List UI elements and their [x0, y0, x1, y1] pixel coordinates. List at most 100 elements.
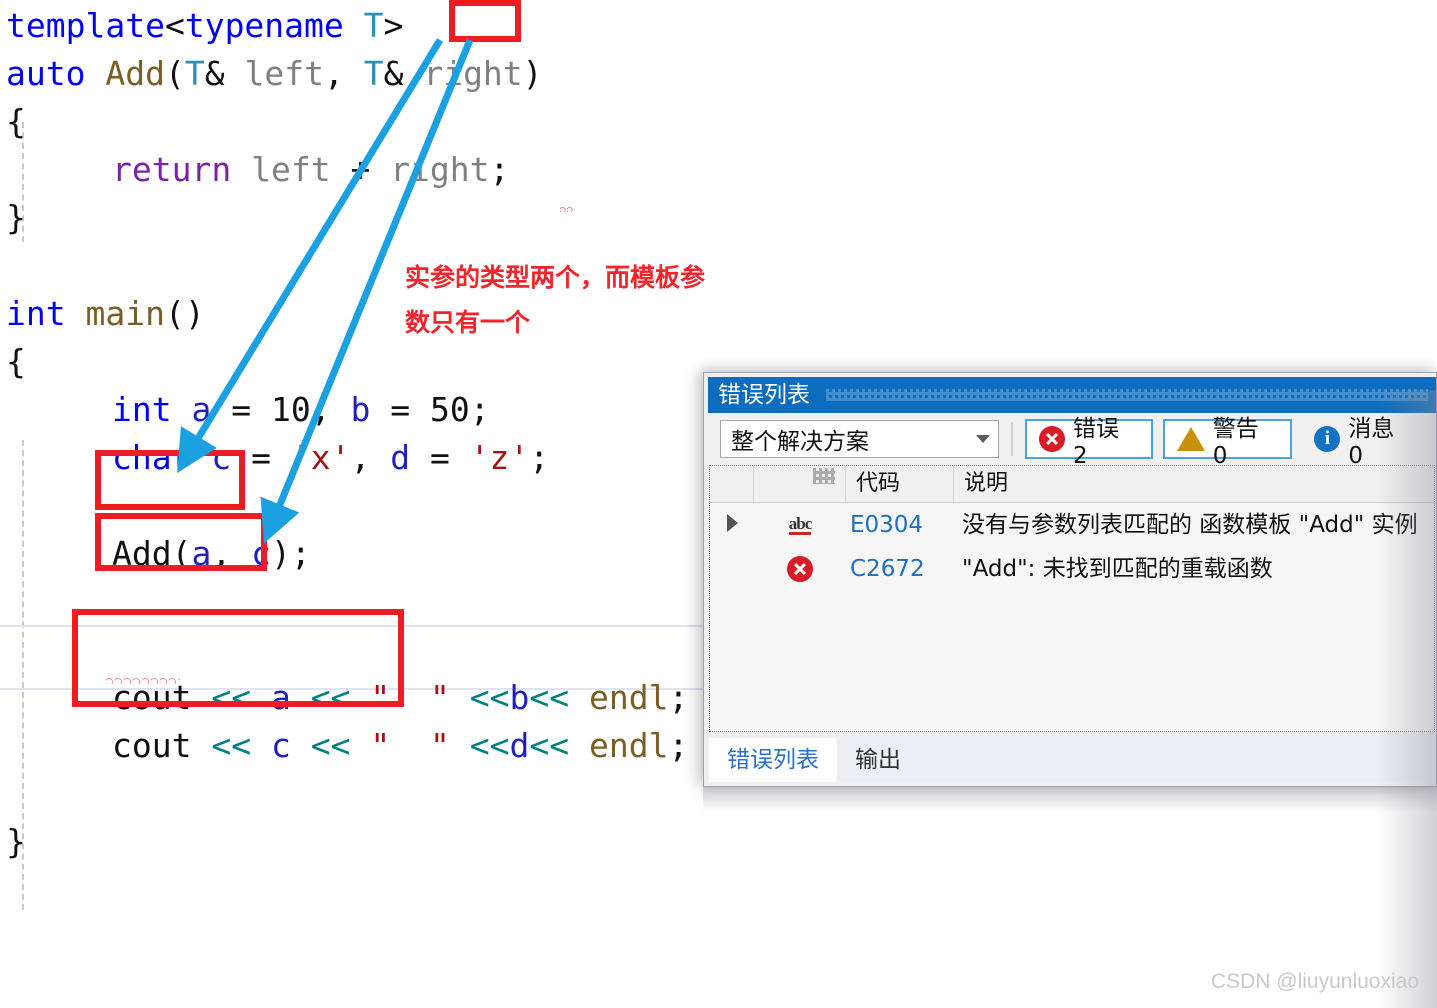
error-list-panel[interactable]: 错误列表 整个解决方案 错误 2 警告 0 i 消息 0 代码 说明 abc E… [703, 372, 1437, 787]
code-token: ; [668, 726, 689, 765]
annotation-note: 实参的类型两个，而模板参 数只有一个 [405, 255, 765, 345]
row-expander-cell[interactable] [710, 503, 754, 547]
code-token: , [350, 438, 391, 477]
code-line: { [6, 98, 26, 146]
code-token: cout [112, 726, 192, 765]
code-line: return left + right; [112, 146, 509, 194]
code-token: ; [668, 678, 689, 717]
code-line: } [6, 194, 26, 242]
code-token: main [85, 294, 165, 333]
code-line: auto Add(T& left, T& right) [6, 50, 543, 98]
code-token: d [390, 438, 411, 477]
error-icon [1039, 426, 1066, 452]
code-line: int main() [6, 290, 205, 338]
code-token: ; [469, 390, 490, 429]
filter-warnings-button[interactable]: 警告 0 [1162, 416, 1293, 469]
code-token: = [370, 390, 430, 429]
code-token: << [310, 726, 351, 765]
code-token: << [529, 678, 570, 717]
code-token: & [204, 54, 225, 93]
scope-select[interactable]: 整个解决方案 [720, 420, 1000, 458]
code-token: = [410, 438, 470, 477]
severity-glyph-icon [813, 468, 835, 484]
error-list-grid[interactable]: 代码 说明 abc E0304 没有与参数列表匹配的 函数模板 "Add" 实例 C2… [709, 465, 1435, 732]
code-token: endl [588, 678, 669, 717]
code-token: int [112, 390, 172, 429]
column-header-description[interactable]: 说明 [954, 466, 1434, 502]
code-line: template<typename T> [6, 2, 403, 50]
code-token: typename [184, 6, 344, 45]
code-token: 10 [270, 390, 311, 429]
annotation-box-char-c [95, 513, 267, 571]
filter-errors-button[interactable]: 错误 2 [1025, 416, 1153, 469]
code-token: Add [105, 54, 165, 93]
code-token: << [211, 726, 252, 765]
code-token: < [164, 6, 185, 45]
code-line: int a = 10, b = 50; [112, 386, 490, 434]
error-list-title-bar: 错误列表 [708, 377, 1436, 413]
column-header-select[interactable] [710, 466, 754, 502]
code-token: & [383, 54, 404, 93]
code-token: auto [6, 54, 86, 93]
code-token: left [251, 150, 331, 189]
error-squiggle-small [560, 205, 574, 212]
annotation-box-add-call [72, 609, 404, 707]
code-token: 'x' [290, 438, 351, 477]
filter-errors-label: 错误 2 [1073, 416, 1120, 469]
column-header-severity[interactable] [754, 466, 846, 502]
expand-triangle-icon[interactable] [726, 514, 738, 532]
row-description: "Add": 未找到匹配的重载函数 [962, 556, 1273, 582]
code-token: ; [290, 534, 311, 573]
code-token: () [164, 294, 205, 333]
code-token: = [211, 390, 271, 429]
code-token: left [244, 54, 324, 93]
code-token: , [310, 390, 351, 429]
row-severity-cell: abc [754, 503, 846, 547]
error-list-title: 错误列表 [718, 382, 810, 408]
error-panel-tabs[interactable]: 错误列表 输出 [709, 734, 1435, 782]
code-token: ; [489, 150, 510, 189]
row-expander-cell[interactable] [710, 547, 754, 591]
column-header-code[interactable]: 代码 [846, 466, 954, 502]
drag-grip-icon [826, 389, 1428, 401]
code-token: T [363, 54, 384, 93]
code-token: { [6, 102, 26, 141]
intellisense-abc-icon: abc [788, 514, 812, 535]
code-token: T [184, 54, 205, 93]
scope-select-value: 整个解决方案 [731, 429, 869, 455]
code-token: , [323, 54, 364, 93]
filter-messages-button[interactable]: i 消息 0 [1302, 416, 1426, 469]
error-list-rows: abc E0304 没有与参数列表匹配的 函数模板 "Add" 实例 C2672 "Ad… [710, 503, 1434, 591]
code-token: << [469, 726, 510, 765]
code-token: c [270, 726, 291, 765]
error-icon [787, 556, 813, 582]
row-description: 没有与参数列表匹配的 函数模板 "Add" 实例 [962, 512, 1418, 538]
warning-icon [1176, 427, 1205, 451]
info-icon: i [1314, 426, 1341, 452]
error-list-toolbar[interactable]: 整个解决方案 错误 2 警告 0 i 消息 0 [708, 413, 1436, 469]
code-token: return [112, 150, 232, 189]
code-token: b [509, 678, 530, 717]
code-token: ) [270, 534, 291, 573]
chevron-down-icon [976, 435, 991, 443]
code-token: T [363, 6, 384, 45]
tab-output[interactable]: 输出 [837, 738, 919, 782]
error-list-row[interactable]: C2672 "Add": 未找到匹配的重载函数 [710, 547, 1434, 591]
error-list-row[interactable]: abc E0304 没有与参数列表匹配的 函数模板 "Add" 实例 [710, 503, 1434, 547]
filter-warnings-label: 警告 0 [1212, 416, 1259, 469]
code-token: } [6, 198, 26, 237]
tab-error-list[interactable]: 错误列表 [709, 738, 837, 782]
code-token: > [383, 6, 404, 45]
filter-messages-label: 消息 0 [1348, 416, 1395, 469]
code-token: endl [588, 726, 669, 765]
